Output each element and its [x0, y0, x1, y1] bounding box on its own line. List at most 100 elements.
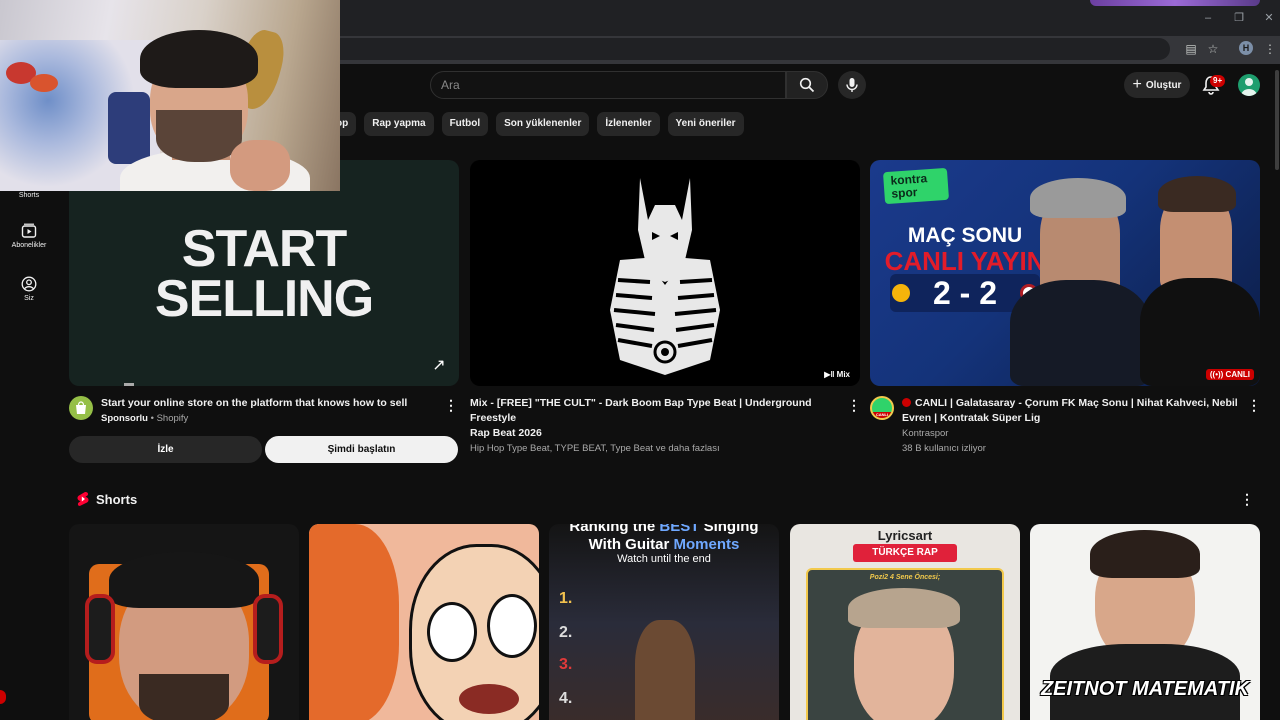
- short-card[interactable]: Lyricsart TÜRKÇE RAP Pozi2 4 Sene Öncesi…: [790, 524, 1020, 720]
- ad-progress: [124, 383, 134, 386]
- singer-hair: [635, 620, 695, 720]
- tab-accent: [1090, 0, 1260, 6]
- heading-part: Singing: [699, 524, 759, 535]
- sidebar-item-shorts[interactable]: Shorts: [6, 192, 52, 199]
- chip-new-to-you[interactable]: Yeni öneriler: [667, 112, 744, 136]
- cartoon-mouth: [459, 684, 519, 714]
- sidebar-item-label: Shorts: [18, 192, 40, 199]
- video-meta-live: CANLI | Galatasaray - Çorum FK Maç Sonu …: [902, 396, 1242, 456]
- video-thumbnail-mix[interactable]: ▶‖ Mix: [470, 160, 860, 386]
- thumbnail-line1: MAÇ SONU: [907, 224, 1023, 247]
- live-dot-icon: [902, 398, 911, 407]
- search-button[interactable]: [786, 71, 828, 99]
- presenter-left-shirt: [1010, 280, 1150, 386]
- cap: [109, 552, 259, 608]
- short-card[interactable]: Ranking the BEST Singing With Guitar Mom…: [549, 524, 779, 720]
- sidebar-live-indicator: [0, 690, 6, 704]
- beard: [139, 674, 229, 720]
- notifications-badge: 9+: [1210, 75, 1226, 87]
- watch-button[interactable]: İzle: [69, 436, 262, 463]
- short-brand: Lyricsart: [877, 528, 933, 543]
- kontraspor-avatar[interactable]: CANLI: [870, 396, 894, 420]
- bookmark-star-icon[interactable]: ☆: [1205, 41, 1221, 57]
- headphone-right: [253, 594, 283, 664]
- logo-line2: spor: [890, 184, 918, 201]
- start-now-button[interactable]: Şimdi başlatın: [265, 436, 458, 463]
- install-app-icon[interactable]: ▤: [1183, 41, 1199, 57]
- shorts-section-header: Shorts: [76, 491, 137, 507]
- chip-rap[interactable]: Rap yapma: [364, 112, 434, 136]
- video-title-line1[interactable]: CANLI | Galatasaray - Çorum FK Maç Sonu …: [902, 396, 1242, 411]
- close-icon[interactable]: ✕: [1263, 12, 1275, 24]
- video-title-text[interactable]: CANLI | Galatasaray - Çorum FK Maç Sonu …: [915, 397, 1238, 409]
- sidebar-item-subscriptions[interactable]: Abonelikler: [6, 223, 52, 249]
- webcam-overlay: [0, 0, 340, 191]
- search-box[interactable]: [430, 71, 786, 99]
- short-card[interactable]: [69, 524, 299, 720]
- channel-name[interactable]: Shopify: [157, 413, 189, 424]
- create-button[interactable]: + Oluştur: [1124, 72, 1190, 98]
- video-title-line2[interactable]: Rap Beat 2026: [470, 426, 840, 441]
- account-avatar[interactable]: [1238, 74, 1260, 96]
- cartoon-eye-right: [487, 594, 537, 658]
- kontraspor-logo: kontra spor: [882, 167, 950, 205]
- search-input[interactable]: [431, 72, 785, 98]
- short-card[interactable]: [309, 524, 539, 720]
- chip-football[interactable]: Futbol: [441, 112, 489, 136]
- restore-icon[interactable]: ❐: [1233, 12, 1245, 24]
- shorts-more-options-icon[interactable]: ⋮: [1240, 492, 1254, 508]
- filter-chips: op Rap yapma Futbol Son yüklenenler İzle…: [330, 112, 744, 136]
- chip-recently-uploaded[interactable]: Son yüklenenler: [496, 112, 590, 136]
- video-title-line1[interactable]: Mix - [FREE] "THE CULT" - Dark Boom Bap …: [470, 396, 840, 426]
- live-badge: ((•)) CANLI: [1205, 369, 1254, 380]
- browser-menu-icon[interactable]: ⋮: [1262, 41, 1278, 57]
- short-caption: Pozi2 4 Sene Öncesi;: [869, 574, 941, 581]
- more-options-icon[interactable]: ⋮: [1247, 398, 1261, 414]
- address-bar[interactable]: [330, 38, 1170, 60]
- anubis-illustration: [610, 178, 720, 375]
- thumbnail-text-line2: SELLING: [154, 270, 374, 328]
- channel-name[interactable]: Kontraspor: [902, 426, 1242, 441]
- rank-number: 3.: [559, 656, 573, 673]
- shopify-logo[interactable]: [69, 396, 93, 420]
- thumbnail-line2: CANLI YAYIN: [884, 246, 1046, 276]
- video-thumbnail-ad[interactable]: START SELLING ↗: [69, 160, 459, 386]
- cartoon-eye-left: [427, 602, 477, 662]
- rank-number: 2.: [559, 624, 573, 641]
- webcam-chair: [108, 92, 150, 164]
- short-photo-frame: [806, 568, 1004, 720]
- live-badge-label: CANLI: [1225, 370, 1250, 379]
- scrollbar-thumb[interactable]: [1275, 70, 1279, 170]
- you-icon: [21, 276, 37, 292]
- video-title-line2[interactable]: Evren | Kontratak Süper Lig: [902, 411, 1242, 426]
- headphone-left: [85, 594, 115, 664]
- search-icon: [799, 77, 815, 93]
- short-heading-line2: With Guitar Moments: [549, 536, 779, 553]
- mix-badge: ▶‖ Mix: [820, 369, 854, 380]
- video-thumbnail-live[interactable]: kontra spor MAÇ SONU CANLI YAYIN 2 - 2 ((…: [870, 160, 1260, 386]
- browser-profile-icon[interactable]: H: [1239, 41, 1253, 55]
- video-meta-ad: Start your online store on the platform …: [101, 396, 407, 426]
- minimize-icon[interactable]: –: [1202, 12, 1214, 24]
- external-link-icon[interactable]: ↗: [429, 356, 449, 376]
- presenter-left-hair: [1030, 178, 1126, 218]
- sidebar-item-you[interactable]: Siz: [6, 276, 52, 302]
- person-hair: [1090, 530, 1200, 578]
- video-title[interactable]: Start your online store on the platform …: [101, 396, 407, 411]
- chip-watched[interactable]: İzlenenler: [597, 112, 660, 136]
- video-channel: Sponsorlu • Shopify: [101, 413, 189, 424]
- mix-badge-label: Mix: [836, 370, 850, 379]
- webcam-hand: [230, 140, 290, 191]
- webcam-beard: [156, 110, 242, 162]
- sidebar-item-label: Abonelikler: [11, 242, 47, 249]
- subscriptions-icon: [21, 223, 37, 238]
- viewer-count: 38 B kullanıcı izliyor: [902, 443, 986, 454]
- heading-part: Ranking the: [569, 524, 660, 535]
- voice-search-button[interactable]: [838, 71, 866, 99]
- sponsored-label: Sponsorlu: [101, 413, 148, 424]
- more-options-icon[interactable]: ⋮: [847, 398, 861, 414]
- short-card[interactable]: ZEITNOT MATEMATIK: [1030, 524, 1260, 720]
- create-label: Oluştur: [1145, 79, 1182, 91]
- more-options-icon[interactable]: ⋮: [444, 398, 458, 414]
- heading-part: With Guitar: [588, 536, 674, 553]
